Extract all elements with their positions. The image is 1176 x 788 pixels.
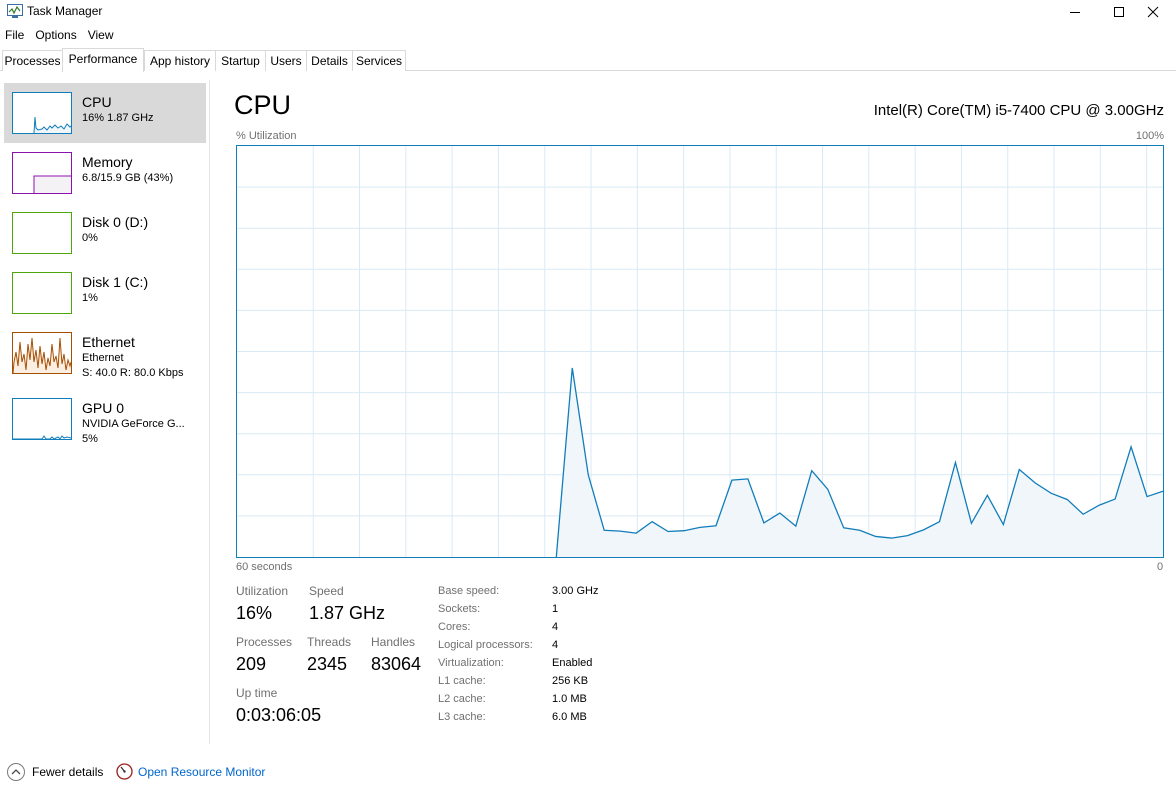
sidebar-item-subtitle: 1% xyxy=(82,292,98,304)
resource-sidebar: CPU 16% 1.87 GHz Memory 6.8/15.9 GB (43%… xyxy=(0,80,210,744)
minimize-button[interactable] xyxy=(1052,0,1098,24)
spec-label-logical-processors: Logical processors: xyxy=(438,639,533,651)
handles-value: 83064 xyxy=(371,654,422,674)
tab-services[interactable]: Services xyxy=(352,50,406,71)
cpu-model-name: Intel(R) Core(TM) i5-7400 CPU @ 3.00GHz xyxy=(873,102,1164,119)
tab-users[interactable]: Users xyxy=(265,50,307,71)
threads-value: 2345 xyxy=(307,654,348,674)
spec-value-virtualization: Enabled xyxy=(552,657,593,669)
utilization-value: 16% xyxy=(236,603,273,623)
menu-view[interactable]: View xyxy=(83,26,120,46)
uptime-label: Up time xyxy=(236,686,278,700)
sidebar-item-gpu-0[interactable]: GPU 0 NVIDIA GeForce G... 5% xyxy=(4,389,206,449)
cpu-utilization-area xyxy=(556,367,1163,557)
disk-0-thumbnail-graph xyxy=(12,212,72,254)
uptime-value: 0:03:06:05 xyxy=(236,705,322,725)
spec-value-l2-cache: 1.0 MB xyxy=(552,693,587,705)
spec-value-cores: 4 xyxy=(552,621,559,633)
sidebar-item-throughput: S: 40.0 R: 80.0 Kbps xyxy=(82,367,184,379)
open-resource-monitor-link[interactable]: Open Resource Monitor xyxy=(138,765,265,779)
sidebar-item-subtitle: 16% 1.87 GHz xyxy=(82,112,154,124)
utilization-label: Utilization xyxy=(236,584,289,598)
tab-strip: Processes Performance App history Startu… xyxy=(0,48,1176,72)
graph-y-max-label: 100% xyxy=(1135,130,1164,142)
menu-file[interactable]: File xyxy=(0,26,30,46)
speed-label: Speed xyxy=(309,584,344,598)
handles-label: Handles xyxy=(371,635,416,649)
close-icon xyxy=(1147,6,1159,18)
spec-label-l3-cache: L3 cache: xyxy=(438,711,486,723)
spec-label-l1-cache: L1 cache: xyxy=(438,675,486,687)
spec-label-sockets: Sockets: xyxy=(438,603,481,615)
sidebar-item-subtitle: Ethernet xyxy=(82,352,124,364)
footer-bar: Fewer details Open Resource Monitor xyxy=(0,757,1176,787)
threads-label: Threads xyxy=(307,635,352,649)
spec-label-virtualization: Virtualization: xyxy=(438,657,504,669)
graph-x-label: 60 seconds xyxy=(236,561,293,573)
spec-value-sockets: 1 xyxy=(552,603,559,615)
processes-label: Processes xyxy=(236,635,293,649)
spec-label-base-speed: Base speed: xyxy=(438,585,500,597)
window-title: Task Manager xyxy=(27,4,103,18)
sidebar-item-memory[interactable]: Memory 6.8/15.9 GB (43%) xyxy=(4,143,206,203)
tab-processes[interactable]: Processes xyxy=(2,50,63,71)
sidebar-item-title: Ethernet xyxy=(82,334,135,350)
page-title: CPU xyxy=(234,90,292,120)
sidebar-item-subtitle: 6.8/15.9 GB (43%) xyxy=(82,172,174,184)
spec-value-l3-cache: 6.0 MB xyxy=(552,711,587,723)
title-bar: Task Manager xyxy=(0,0,1176,24)
tab-performance[interactable]: Performance xyxy=(62,48,144,72)
spec-label-l2-cache: L2 cache: xyxy=(438,693,486,705)
processes-value: 209 xyxy=(236,654,267,674)
graph-y-label: % Utilization xyxy=(236,130,297,142)
cpu-thumbnail-graph xyxy=(12,92,72,134)
menu-options[interactable]: Options xyxy=(30,26,82,46)
sidebar-item-title: Disk 0 (D:) xyxy=(82,214,149,230)
memory-thumbnail-graph xyxy=(12,152,72,194)
resource-monitor-icon[interactable] xyxy=(116,763,133,780)
sidebar-item-disk-1[interactable]: Disk 1 (C:) 1% xyxy=(4,263,206,323)
spec-label-cores: Cores: xyxy=(438,621,471,633)
sidebar-item-title: Memory xyxy=(82,154,133,170)
sidebar-item-title: GPU 0 xyxy=(82,400,125,416)
sidebar-item-cpu[interactable]: CPU 16% 1.87 GHz xyxy=(4,83,206,143)
close-button[interactable] xyxy=(1130,0,1176,24)
sidebar-item-ethernet[interactable]: Ethernet Ethernet S: 40.0 R: 80.0 Kbps xyxy=(4,323,206,383)
cpu-utilization-graph xyxy=(236,145,1164,558)
sidebar-item-subtitle: 0% xyxy=(82,232,98,244)
chevron-up-circle-icon[interactable] xyxy=(6,762,26,782)
spec-value-logical-processors: 4 xyxy=(552,639,559,651)
minimize-icon xyxy=(1070,12,1080,13)
task-manager-icon xyxy=(7,4,23,18)
sidebar-item-disk-0[interactable]: Disk 0 (D:) 0% xyxy=(4,203,206,263)
tab-app-history[interactable]: App history xyxy=(144,50,216,71)
spec-value-base-speed: 3.00 GHz xyxy=(552,585,599,597)
sidebar-item-usage: 5% xyxy=(82,433,98,445)
fewer-details-button[interactable]: Fewer details xyxy=(32,765,103,779)
menu-bar: File Options View xyxy=(0,26,120,46)
ethernet-thumbnail-graph xyxy=(12,332,72,374)
disk-1-thumbnail-graph xyxy=(12,272,72,314)
sidebar-item-title: Disk 1 (C:) xyxy=(82,274,149,290)
sidebar-item-subtitle: NVIDIA GeForce G... xyxy=(82,418,185,430)
graph-x-min-label: 0 xyxy=(1157,561,1164,573)
maximize-icon xyxy=(1114,7,1124,17)
tab-details[interactable]: Details xyxy=(306,50,353,71)
tab-startup[interactable]: Startup xyxy=(215,50,266,71)
gpu-0-thumbnail-graph xyxy=(12,398,72,440)
speed-value: 1.87 GHz xyxy=(309,603,386,623)
sidebar-item-title: CPU xyxy=(82,94,112,110)
spec-value-l1-cache: 256 KB xyxy=(552,675,589,687)
